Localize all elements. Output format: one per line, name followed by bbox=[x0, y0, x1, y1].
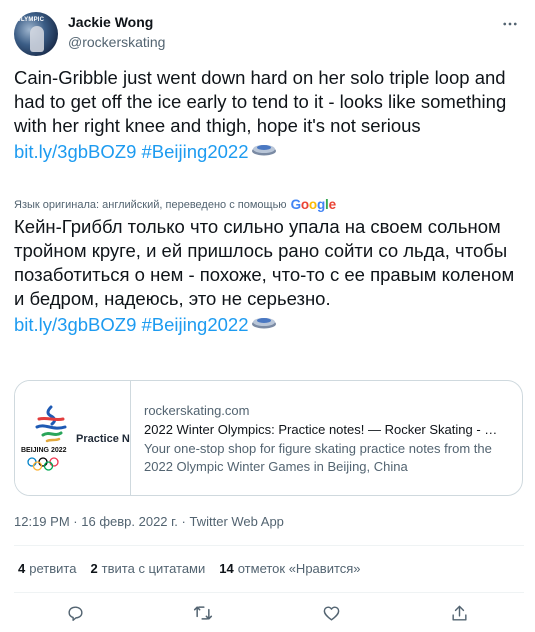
translated-body: Кейн-Гриббл только что сильно упала на с… bbox=[14, 216, 515, 309]
card-thumbnail: BEIJING 2022 Practice Notes bbox=[15, 381, 131, 495]
tweet-body: Cain-Gribble just went down hard on her … bbox=[14, 67, 507, 136]
tweet-date[interactable]: 16 февр. 2022 г. bbox=[81, 514, 178, 529]
translation-attribution: Язык оригинала: английский, переведено с… bbox=[14, 197, 336, 212]
tweet-actions bbox=[0, 600, 535, 626]
curling-stone-emoji-icon bbox=[251, 138, 277, 156]
likes-stat[interactable]: 14 отметок «Нравится» bbox=[219, 561, 360, 576]
divider bbox=[14, 545, 524, 546]
card-body: rockerskating.com 2022 Winter Olympics: … bbox=[144, 402, 516, 476]
curling-stone-emoji-icon bbox=[251, 311, 277, 329]
tweet-text: Cain-Gribble just went down hard on her … bbox=[14, 66, 514, 164]
tweet-hashtag[interactable]: #Beijing2022 bbox=[142, 141, 249, 162]
author-name[interactable]: Jackie Wong bbox=[68, 14, 153, 30]
author-handle[interactable]: @rockerskating bbox=[68, 34, 165, 50]
divider bbox=[14, 592, 524, 593]
tweet-stats: 4 ретвита 2 твита с цитатами 14 отметок «Нр… bbox=[18, 561, 375, 576]
meta-separator: · bbox=[181, 514, 186, 529]
olympic-rings-icon bbox=[27, 457, 59, 471]
card-title: 2022 Winter Olympics: Practice notes! — … bbox=[144, 422, 498, 437]
card-thumb-brand: BEIJING 2022 bbox=[21, 447, 67, 454]
more-horizontal-icon[interactable] bbox=[498, 12, 522, 36]
translation-label: Язык оригинала: английский, переведено с… bbox=[14, 198, 287, 211]
tweet-header: OLYMPIC Jackie Wong @rockerskating bbox=[14, 12, 524, 56]
link-preview-card[interactable]: BEIJING 2022 Practice Notes rockerskatin… bbox=[14, 380, 523, 496]
card-thumb-title: Practice Notes bbox=[76, 433, 130, 445]
quote-tweets-stat[interactable]: 2 твита с цитатами bbox=[90, 561, 205, 576]
translated-hashtag[interactable]: #Beijing2022 bbox=[142, 314, 249, 335]
reply-icon[interactable] bbox=[62, 600, 88, 626]
tweet-time[interactable]: 12:19 PM bbox=[14, 514, 70, 529]
share-icon[interactable] bbox=[446, 600, 472, 626]
meta-separator: · bbox=[73, 514, 78, 529]
avatar-figure bbox=[30, 26, 44, 52]
beijing-2022-emblem-icon bbox=[35, 405, 67, 443]
translated-text: Кейн-Гриббл только что сильно упала на с… bbox=[14, 215, 519, 337]
avatar-label: OLYMPIC bbox=[16, 17, 45, 23]
tweet-meta: 12:19 PM · 16 февр. 2022 г. · Twitter We… bbox=[14, 514, 284, 529]
retweet-icon[interactable] bbox=[190, 600, 216, 626]
tweet-source[interactable]: Twitter Web App bbox=[190, 514, 284, 529]
retweets-stat[interactable]: 4 ретвита bbox=[18, 561, 76, 576]
heart-icon[interactable] bbox=[318, 600, 344, 626]
avatar[interactable]: OLYMPIC bbox=[14, 12, 58, 56]
tweet-link[interactable]: bit.ly/3gbBOZ9 bbox=[14, 141, 136, 162]
translated-link[interactable]: bit.ly/3gbBOZ9 bbox=[14, 314, 136, 335]
card-domain: rockerskating.com bbox=[144, 403, 250, 418]
google-logo: Google bbox=[290, 197, 337, 212]
card-description: Your one-stop shop for figure skating pr… bbox=[144, 441, 492, 474]
